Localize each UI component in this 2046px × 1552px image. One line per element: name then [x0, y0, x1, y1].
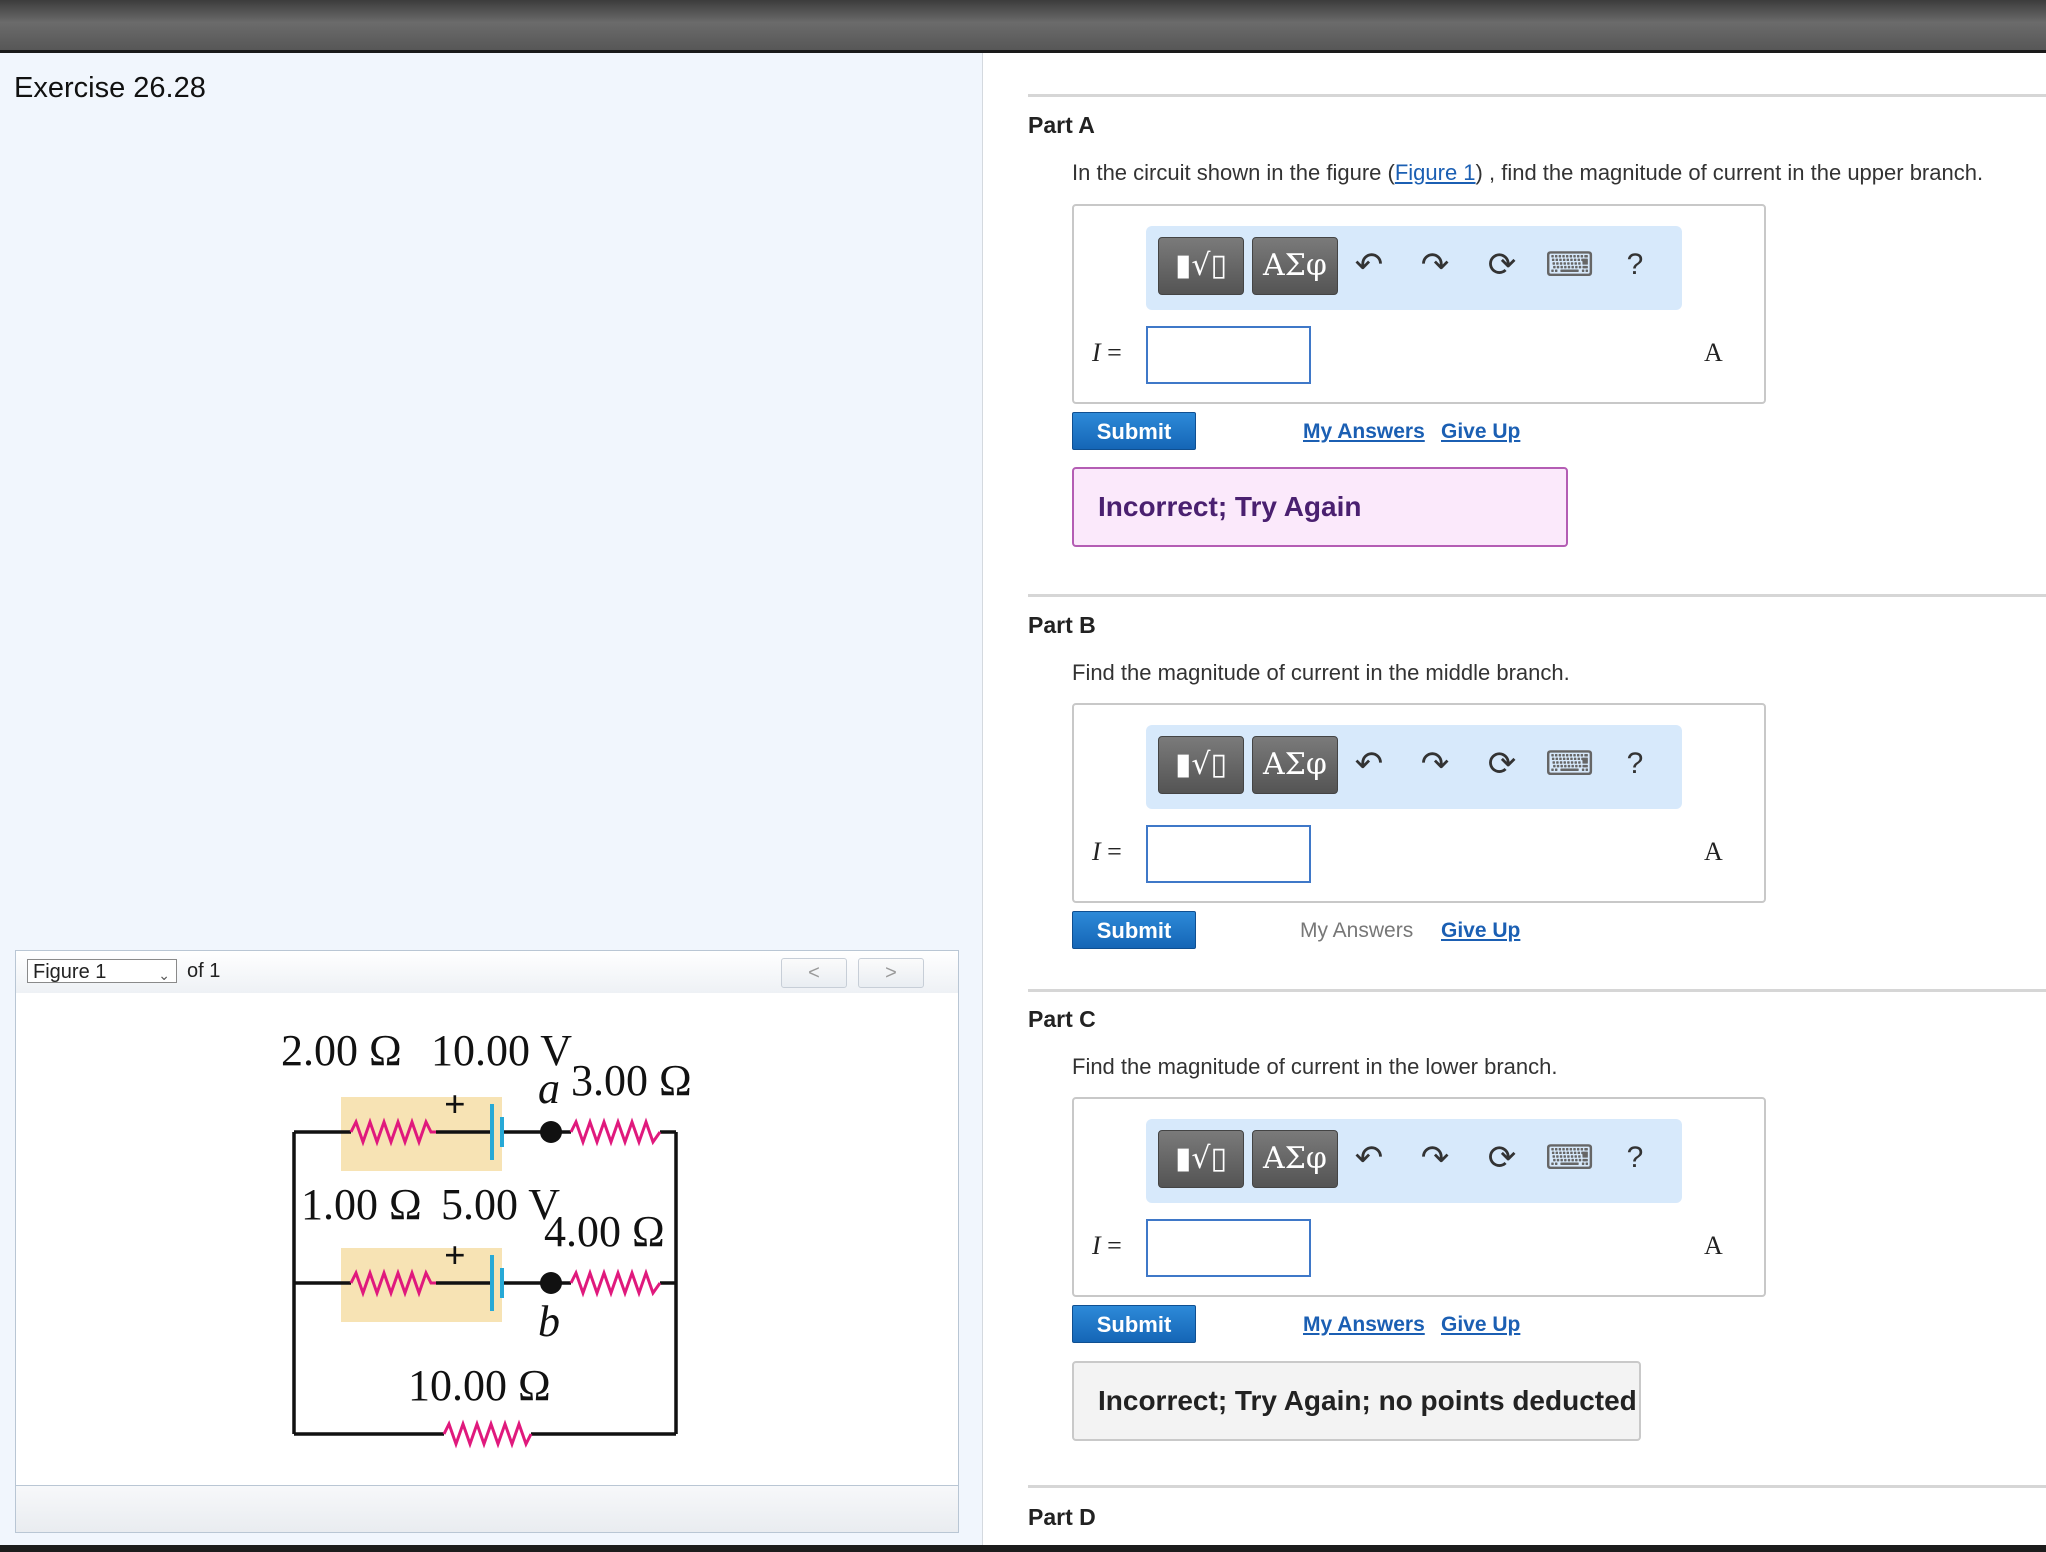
part-c-answer-input[interactable] [1146, 1219, 1311, 1277]
part-b-separator [1028, 594, 2046, 597]
figure-1-link[interactable]: Figure 1 [1395, 160, 1476, 185]
part-c-my-answers-link[interactable]: My Answers [1303, 1313, 1425, 1337]
circuit-diagram: 2.00 Ω 10.00 V a 3.00 Ω + 1.00 Ω 5.00 V … [281, 1026, 692, 1449]
figure-footer [15, 1485, 959, 1533]
prev-figure-button[interactable]: < [781, 958, 847, 988]
keyboard-icon[interactable]: ⌨ [1545, 739, 1594, 789]
label-r-top-right: 3.00 Ω [571, 1056, 692, 1105]
symbols-button[interactable]: ΑΣφ [1252, 237, 1338, 295]
help-icon[interactable]: ? [1612, 739, 1658, 789]
node-a-dot [540, 1121, 562, 1143]
reset-icon[interactable]: ⟳ [1479, 1133, 1525, 1183]
resistor-3ohm [569, 1117, 662, 1147]
keyboard-icon[interactable]: ⌨ [1545, 240, 1594, 290]
part-c-variable-label: I = [1092, 1231, 1122, 1261]
label-r-top-left: 2.00 Ω [281, 1026, 402, 1075]
part-c-variable: I [1092, 1231, 1101, 1260]
figure-count: of 1 [187, 960, 221, 982]
part-b-variable: I [1092, 837, 1101, 866]
part-a-separator [1028, 94, 2046, 97]
part-a-my-answers-link[interactable]: My Answers [1303, 420, 1425, 444]
reset-icon[interactable]: ⟳ [1479, 240, 1525, 290]
label-node-b: b [538, 1297, 560, 1346]
part-b-title: Part B [1028, 612, 1096, 638]
part-a-give-up-link[interactable]: Give Up [1441, 420, 1520, 444]
part-c-feedback: Incorrect; Try Again; no points deducted [1072, 1361, 1641, 1441]
part-b-prompt: Find the magnitude of current in the mid… [1072, 660, 1570, 685]
part-a-unit: A [1704, 338, 1723, 367]
part-d-separator [1028, 1485, 2046, 1488]
undo-icon[interactable]: ↶ [1346, 240, 1392, 290]
part-c-unit: A [1704, 1231, 1723, 1260]
symbols-button[interactable]: ΑΣφ [1252, 1130, 1338, 1188]
part-c-submit-button[interactable]: Submit [1072, 1305, 1196, 1343]
part-a-prompt-start: In the circuit shown in the figure ( [1072, 160, 1395, 185]
templates-button[interactable]: ▮√▯ [1158, 736, 1244, 794]
part-a-variable-label: I = [1092, 338, 1122, 368]
figure-toolbar: Figure 1 ⌄ of 1 < > [15, 950, 959, 994]
reset-icon[interactable]: ⟳ [1479, 739, 1525, 789]
undo-icon[interactable]: ↶ [1346, 1133, 1392, 1183]
part-a-variable: I [1092, 338, 1101, 367]
part-a-equals: = [1100, 338, 1122, 367]
templates-button[interactable]: ▮√▯ [1158, 1130, 1244, 1188]
redo-icon[interactable]: ↷ [1412, 240, 1458, 290]
part-a-title: Part A [1028, 112, 1095, 138]
part-c-title: Part C [1028, 1006, 1096, 1032]
figure-select[interactable]: Figure 1 ⌄ [27, 959, 177, 983]
part-b-unit: A [1704, 837, 1723, 866]
help-icon[interactable]: ? [1612, 1133, 1658, 1183]
part-b-equals: = [1100, 837, 1122, 866]
part-d-title: Part D [1028, 1504, 1096, 1530]
part-a-prompt: In the circuit shown in the figure (Figu… [1072, 160, 1983, 186]
exercise-title: Exercise 26.28 [14, 72, 206, 104]
keyboard-icon[interactable]: ⌨ [1545, 1133, 1594, 1183]
part-b-submit-button[interactable]: Submit [1072, 911, 1196, 949]
part-a-prompt-end: ) , find the magnitude of current in the… [1475, 160, 1984, 185]
part-a-answer-box: ▮√▯ ΑΣφ ↶ ↷ ⟳ ⌨ ? I = A [1072, 204, 1766, 404]
redo-icon[interactable]: ↷ [1412, 739, 1458, 789]
chevron-down-icon: ⌄ [158, 967, 170, 983]
part-c-equals: = [1100, 1231, 1122, 1260]
part-b-answer-box: ▮√▯ ΑΣφ ↶ ↷ ⟳ ⌨ ? I = A [1072, 703, 1766, 903]
figure-select-value: Figure 1 [33, 961, 107, 983]
label-node-a: a [538, 1064, 560, 1113]
part-c-math-toolbar: ▮√▯ ΑΣφ ↶ ↷ ⟳ ⌨ ? [1146, 1119, 1682, 1203]
part-a-answer-input[interactable] [1146, 326, 1311, 384]
resistor-10ohm [442, 1419, 533, 1449]
resistor-4ohm [569, 1268, 662, 1298]
part-c-answer-box: ▮√▯ ΑΣφ ↶ ↷ ⟳ ⌨ ? I = A [1072, 1097, 1766, 1297]
label-r-mid-left: 1.00 Ω [301, 1180, 422, 1229]
next-figure-button[interactable]: > [858, 958, 924, 988]
node-b-dot [540, 1272, 562, 1294]
undo-icon[interactable]: ↶ [1346, 739, 1392, 789]
part-c-give-up-link[interactable]: Give Up [1441, 1313, 1520, 1337]
part-a-feedback: Incorrect; Try Again [1072, 467, 1568, 547]
label-v-mid: 5.00 V [441, 1180, 560, 1229]
part-a-math-toolbar: ▮√▯ ΑΣφ ↶ ↷ ⟳ ⌨ ? [1146, 226, 1682, 310]
label-r-mid-right: 4.00 Ω [544, 1207, 665, 1256]
help-icon[interactable]: ? [1612, 240, 1658, 290]
symbols-button[interactable]: ΑΣφ [1252, 736, 1338, 794]
part-b-variable-label: I = [1092, 837, 1122, 867]
label-plus-top: + [444, 1084, 466, 1126]
part-b-give-up-link[interactable]: Give Up [1441, 919, 1520, 943]
part-c-separator [1028, 989, 2046, 992]
part-b-my-answers-link: My Answers [1300, 919, 1414, 942]
figure-panel: 2.00 Ω 10.00 V a 3.00 Ω + 1.00 Ω 5.00 V … [15, 993, 959, 1486]
part-a-submit-button[interactable]: Submit [1072, 412, 1196, 450]
part-c-prompt: Find the magnitude of current in the low… [1072, 1054, 1558, 1079]
label-plus-mid: + [444, 1235, 466, 1277]
label-r-bottom: 10.00 Ω [408, 1361, 551, 1410]
templates-button[interactable]: ▮√▯ [1158, 237, 1244, 295]
redo-icon[interactable]: ↷ [1412, 1133, 1458, 1183]
bottom-bar [0, 1545, 2046, 1552]
browser-top-bar [0, 0, 2046, 53]
part-b-answer-input[interactable] [1146, 825, 1311, 883]
part-b-math-toolbar: ▮√▯ ΑΣφ ↶ ↷ ⟳ ⌨ ? [1146, 725, 1682, 809]
